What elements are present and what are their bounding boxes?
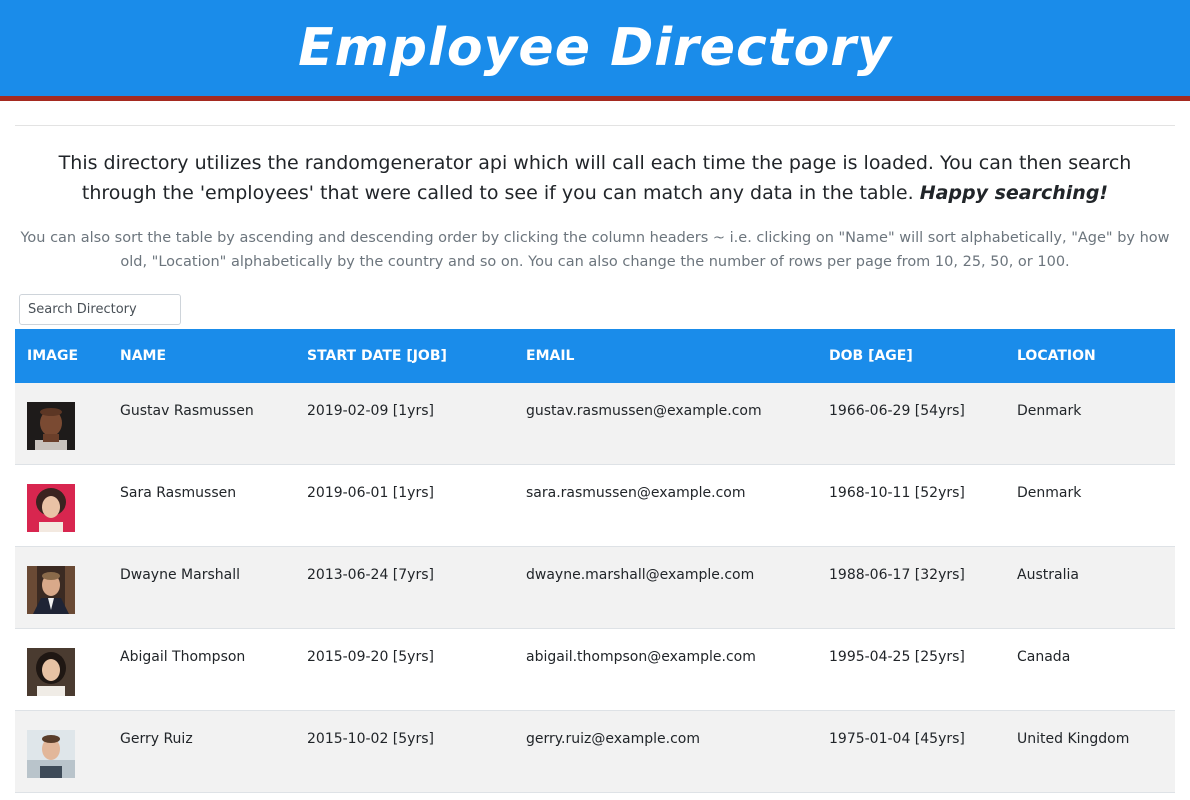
start-date-cell: 2019-02-09 [1yrs]	[307, 403, 434, 419]
name-cell: Sara Rasmussen	[120, 485, 237, 501]
page-header: Employee Directory	[0, 0, 1190, 101]
employee-photo	[27, 566, 75, 614]
image-cell	[15, 465, 108, 532]
name-cell: Gerry Ruiz	[120, 731, 193, 747]
email-cell: dwayne.marshall@example.com	[526, 567, 755, 583]
column-header-location[interactable]: Location	[1005, 348, 1175, 364]
intro-emphasis: Happy searching!	[919, 182, 1109, 204]
start-date-cell: 2015-09-20 [5yrs]	[307, 649, 434, 665]
instructions-text: You can also sort the table by ascending…	[20, 230, 1170, 270]
dob-cell: 1995-04-25 [25yrs]	[829, 649, 965, 665]
image-cell	[15, 711, 108, 778]
email-cell: gustav.rasmussen@example.com	[526, 403, 762, 419]
table-row: Gerry Ruiz 2015-10-02 [5yrs] gerry.ruiz@…	[15, 711, 1175, 793]
page-title: Employee Directory	[298, 18, 892, 78]
email-cell: abigail.thompson@example.com	[526, 649, 756, 665]
table-row: Sara Rasmussen 2019-06-01 [1yrs] sara.ra…	[15, 465, 1175, 547]
table-row: Gustav Rasmussen 2019-02-09 [1yrs] gusta…	[15, 383, 1175, 465]
dob-cell: 1968-10-11 [52yrs]	[829, 485, 965, 501]
location-cell: Canada	[1017, 649, 1071, 665]
email-cell: sara.rasmussen@example.com	[526, 485, 746, 501]
column-header-dob[interactable]: DOB [Age]	[817, 348, 1005, 364]
name-cell: Gustav Rasmussen	[120, 403, 254, 419]
table-row: Dwayne Marshall 2013-06-24 [7yrs] dwayne…	[15, 547, 1175, 629]
start-date-cell: 2013-06-24 [7yrs]	[307, 567, 434, 583]
name-cell: Dwayne Marshall	[120, 567, 240, 583]
employee-photo	[27, 484, 75, 532]
location-cell: Denmark	[1017, 403, 1082, 419]
column-header-name[interactable]: Name	[108, 348, 295, 364]
employee-photo	[27, 648, 75, 696]
location-cell: Australia	[1017, 567, 1079, 583]
start-date-cell: 2015-10-02 [5yrs]	[307, 731, 434, 747]
dob-cell: 1966-06-29 [54yrs]	[829, 403, 965, 419]
search-input[interactable]	[19, 294, 181, 325]
column-header-email[interactable]: Email	[514, 348, 817, 364]
name-cell: Abigail Thompson	[120, 649, 246, 665]
employee-table: Image Name Start Date [Job] Email DOB [A…	[15, 329, 1175, 793]
intro-text: This directory utilizes the randomgenera…	[20, 148, 1170, 208]
employee-photo	[27, 730, 75, 778]
dob-cell: 1975-01-04 [45yrs]	[829, 731, 965, 747]
employee-photo	[27, 402, 75, 450]
start-date-cell: 2019-06-01 [1yrs]	[307, 485, 434, 501]
column-header-image[interactable]: Image	[15, 348, 108, 364]
email-cell: gerry.ruiz@example.com	[526, 731, 700, 747]
image-cell	[15, 629, 108, 696]
table-row: Abigail Thompson 2015-09-20 [5yrs] abiga…	[15, 629, 1175, 711]
dob-cell: 1988-06-17 [32yrs]	[829, 567, 965, 583]
image-cell	[15, 383, 108, 450]
location-cell: United Kingdom	[1017, 731, 1130, 747]
column-header-start-date[interactable]: Start Date [Job]	[295, 348, 514, 364]
divider	[15, 125, 1175, 126]
table-header: Image Name Start Date [Job] Email DOB [A…	[15, 329, 1175, 383]
image-cell	[15, 547, 108, 614]
location-cell: Denmark	[1017, 485, 1082, 501]
